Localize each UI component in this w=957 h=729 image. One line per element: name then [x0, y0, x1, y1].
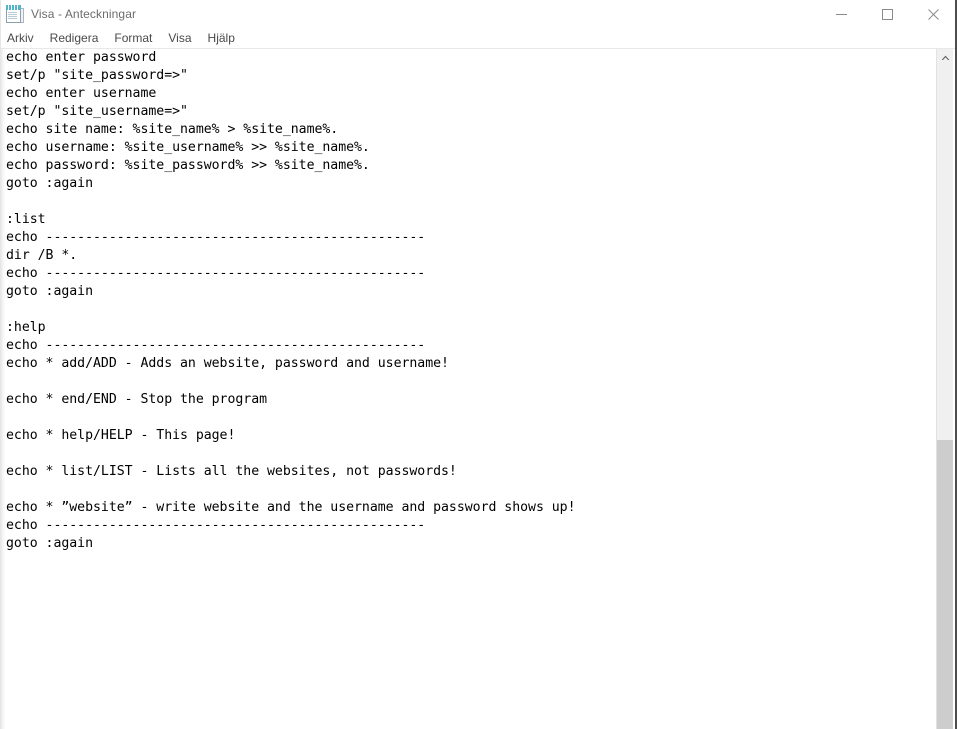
editor-line: goto :again	[6, 536, 94, 551]
editor-line: echo site name: %site_name% > %site_name…	[6, 122, 339, 137]
menu-item-hjalp[interactable]: Hjälp	[200, 29, 243, 48]
editor-line: set/p "site_password=>"	[6, 68, 188, 83]
editor-line: :list	[6, 212, 46, 227]
menu-item-redigera[interactable]: Redigera	[42, 29, 107, 48]
editor-line: echo -----------------------------------…	[6, 266, 426, 281]
editor-line: goto :again	[6, 284, 94, 299]
menu-item-format[interactable]: Format	[106, 29, 160, 48]
editor-line: echo enter password	[6, 50, 157, 65]
editor-line: echo enter username	[6, 86, 157, 101]
editor-line: echo username: %site_username% >> %site_…	[6, 140, 370, 155]
editor-line: goto :again	[6, 176, 94, 191]
editor-line: dir /B *.	[6, 248, 78, 263]
editor-line: echo -----------------------------------…	[6, 338, 426, 353]
editor-line: echo * add/ADD - Adds an website, passwo…	[6, 356, 449, 371]
editor-line: echo -----------------------------------…	[6, 518, 426, 533]
notepad-window: Visa - Anteckningar Arkiv Redigera Forma…	[0, 0, 957, 729]
minimize-icon	[835, 13, 847, 15]
editor-line: echo * help/HELP - This page!	[6, 428, 236, 443]
notepad-icon	[6, 5, 24, 23]
menu-item-visa[interactable]: Visa	[160, 29, 199, 48]
editor-line: echo password: %site_password% >> %site_…	[6, 158, 370, 173]
window-title: Visa - Anteckningar	[31, 7, 137, 21]
scrollbar-thumb[interactable]	[937, 440, 953, 729]
minimize-button[interactable]	[818, 0, 864, 28]
title-bar[interactable]: Visa - Anteckningar	[1, 0, 955, 28]
menu-bar: Arkiv Redigera Format Visa Hjälp	[1, 28, 955, 49]
menu-item-arkiv[interactable]: Arkiv	[1, 29, 42, 48]
maximize-icon	[881, 8, 893, 20]
close-icon	[927, 8, 939, 20]
editor-line: echo * end/END - Stop the program	[6, 392, 268, 407]
editor-area: echo enter password set/p "site_password=…	[1, 49, 955, 729]
close-button[interactable]	[910, 0, 955, 28]
editor-line: echo * list/LIST - Lists all the website…	[6, 464, 457, 479]
maximize-button[interactable]	[864, 0, 910, 28]
chevron-up-icon	[941, 55, 949, 60]
scroll-up-button[interactable]	[937, 49, 953, 66]
editor-line: echo * ”website” - write website and the…	[6, 500, 576, 515]
editor-line: set/p "site_username=>"	[6, 104, 188, 119]
editor-line: :help	[6, 320, 46, 335]
editor-line: echo -----------------------------------…	[6, 230, 426, 245]
text-editor[interactable]: echo enter password set/p "site_password=…	[6, 49, 926, 729]
window-controls	[818, 0, 955, 28]
vertical-scrollbar[interactable]	[936, 49, 953, 729]
